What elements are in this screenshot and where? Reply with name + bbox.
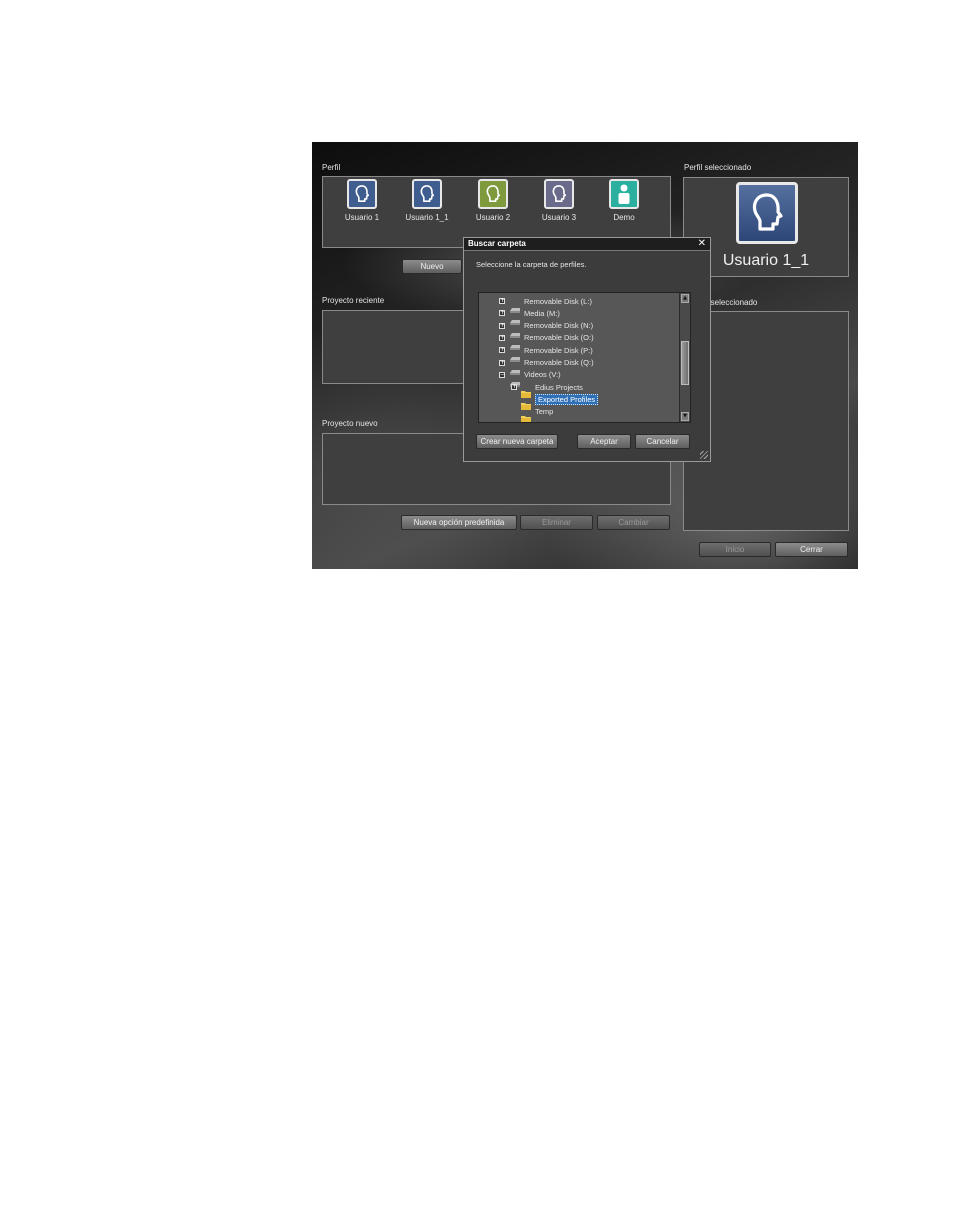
scroll-up-arrow-icon[interactable]: ▲ <box>681 294 689 303</box>
profile-label: Perfil <box>322 163 341 172</box>
profile-name: Demo <box>613 213 635 222</box>
tree-item[interactable]: + Removable Disk (P:) <box>499 344 593 363</box>
selected-profile-label: Perfil seleccionado <box>684 163 752 172</box>
folder-icon <box>521 408 531 422</box>
tree-item-label: Exported Profiles <box>535 393 599 405</box>
profile-item[interactable]: Usuario 3 <box>532 179 586 222</box>
profile-name: Usuario 3 <box>541 213 577 222</box>
person-icon <box>609 179 639 209</box>
drive-icon <box>509 310 521 326</box>
scroll-thumb[interactable] <box>681 341 689 385</box>
delete-button[interactable]: Eliminar <box>520 515 593 530</box>
drive-icon <box>509 298 521 313</box>
close-button[interactable]: Cerrar <box>775 542 848 557</box>
new-preset-button[interactable]: Nueva opción predefinida <box>401 515 517 530</box>
drive-icon <box>509 347 521 363</box>
ok-button[interactable]: Aceptar <box>577 434 631 449</box>
head-profile-icon <box>752 193 783 231</box>
profile-name: Usuario 1 <box>344 213 380 222</box>
tree-item[interactable]: + Media (M:) <box>499 307 560 326</box>
expand-icon[interactable]: + <box>499 347 505 354</box>
folder-icon <box>521 395 531 411</box>
tree-item[interactable]: + Removable Disk (N:) <box>499 320 594 338</box>
tree-item-label: Removable Disk (N:) <box>524 321 594 331</box>
expand-icon[interactable]: + <box>499 334 505 341</box>
tree-item[interactable]: − Videos (V:) <box>499 369 561 387</box>
drive-icon <box>509 360 521 375</box>
selected-preset-label: e seleccionado <box>704 298 758 307</box>
head-profile-icon <box>544 179 574 209</box>
head-profile-icon <box>347 179 377 209</box>
tree-item-label: Media (M:) <box>524 308 560 318</box>
head-profile-icon <box>478 179 508 209</box>
dialog-title-bar[interactable]: Buscar carpeta ✕ <box>464 238 710 251</box>
browse-folder-dialog: Buscar carpeta ✕ Seleccione la carpeta d… <box>463 237 711 462</box>
cancel-button[interactable]: Cancelar <box>635 434 690 449</box>
profile-item[interactable]: Usuario 2 <box>466 179 520 222</box>
scroll-down-arrow-icon[interactable]: ▼ <box>681 412 689 421</box>
recent-project-label: Proyecto reciente <box>322 296 385 305</box>
folder-tree[interactable]: + Removable Disk (L:) + Media (M:) + Removabl… <box>478 292 691 423</box>
tree-item[interactable]: + Removable Disk (L:) <box>499 295 592 313</box>
new-profile-button[interactable]: Nuevo <box>402 259 462 274</box>
resize-grip-icon[interactable] <box>700 451 708 459</box>
expand-icon[interactable]: + <box>511 384 517 391</box>
tree-item-label: Removable Disk (L:) <box>524 296 592 306</box>
close-icon[interactable]: ✕ <box>698 238 706 249</box>
dialog-title: Buscar carpeta <box>468 239 526 248</box>
selected-profile-avatar <box>736 182 798 244</box>
drive-icon <box>509 372 521 387</box>
tree-item-label: Removable Disk (P:) <box>524 345 593 355</box>
head-profile-icon <box>412 179 442 209</box>
tree-item[interactable]: Exported Profiles <box>511 393 599 411</box>
expand-icon[interactable]: + <box>499 310 505 317</box>
profile-item[interactable]: Usuario 1_1 <box>400 179 454 222</box>
tree-item-label: Edius Projects <box>535 382 583 392</box>
tree-item-label: Removable Disk (Q:) <box>524 358 594 367</box>
tree-scrollbar[interactable]: ▲ ▼ <box>679 293 690 422</box>
start-button[interactable]: Inicio <box>699 542 771 557</box>
drive-icon <box>509 335 521 350</box>
expand-icon[interactable]: + <box>499 359 505 366</box>
tree-item-label: Videos (V:) <box>524 370 561 380</box>
tree-item-label: Temp <box>535 407 554 417</box>
profile-name: Usuario 2 <box>475 213 511 222</box>
profile-item[interactable]: Demo <box>597 179 651 222</box>
tree-item[interactable]: + Removable Disk (O:) <box>499 332 594 350</box>
folder-icon <box>521 383 531 399</box>
tree-item[interactable]: + Edius Projects <box>511 381 583 399</box>
profile-name: Usuario 1_1 <box>405 213 449 222</box>
new-project-label: Proyecto nuevo <box>322 419 378 428</box>
tree-item[interactable]: Temp <box>511 406 554 422</box>
create-folder-button[interactable]: Crear nueva carpeta <box>476 434 558 449</box>
edius-startup-window: Perfil Usuario 1 Usuario 1_1 Usuario 2 Usua… <box>312 142 858 569</box>
drive-icon <box>509 323 521 338</box>
tree-item[interactable]: + Removable Disk (Q:) <box>499 357 594 375</box>
expand-icon[interactable]: + <box>499 298 505 304</box>
change-button[interactable]: Cambiar <box>597 515 670 530</box>
profile-item[interactable]: Usuario 1 <box>335 179 389 222</box>
expand-icon[interactable]: + <box>499 322 505 329</box>
collapse-icon[interactable]: − <box>499 371 505 378</box>
tree-item-label: Removable Disk (O:) <box>524 333 594 343</box>
dialog-message: Seleccione la carpeta de perfiles. <box>476 260 587 269</box>
